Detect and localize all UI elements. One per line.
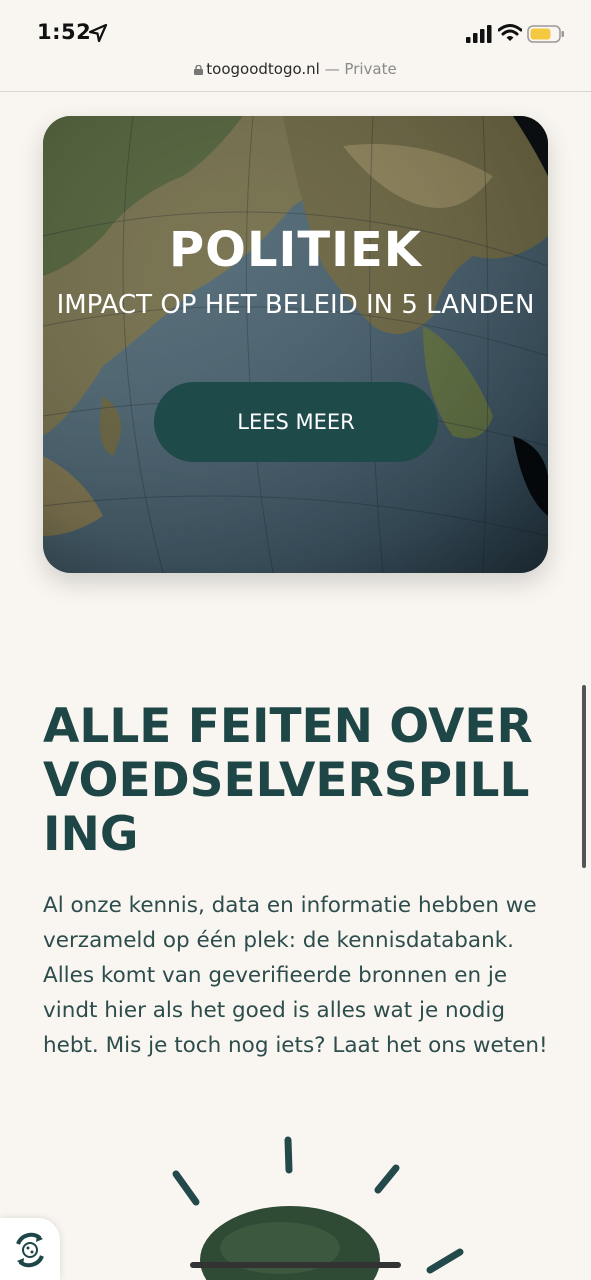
url-private-label: Private [344, 60, 397, 78]
hero-card [43, 116, 548, 573]
url-bar[interactable]: toogoodtogo.nl — Private [0, 60, 591, 91]
url-separator: — [324, 60, 340, 78]
cellular-signal-icon [466, 25, 492, 43]
url-domain: toogoodtogo.nl [206, 60, 320, 78]
status-bar: 1:52 [0, 0, 591, 60]
avocado-illustration [172, 1136, 464, 1280]
recycle-cookie-icon [16, 1232, 44, 1268]
section-headline: ALLE FEITEN OVER VOEDSELVERSPILLING [43, 699, 533, 862]
hero-title: POLITIEK [168, 222, 422, 278]
home-indicator[interactable] [190, 1262, 401, 1268]
status-time: 1:52 [37, 20, 92, 44]
scrollbar[interactable] [582, 685, 586, 868]
url-divider [0, 91, 591, 92]
location-arrow-icon [88, 23, 108, 43]
floating-widget[interactable] [0, 1218, 60, 1280]
hero-subtitle: IMPACT OP HET BELEID IN 5 LANDEN [56, 290, 535, 320]
lock-icon [194, 65, 204, 75]
battery-icon [527, 25, 564, 43]
globe-photo [43, 116, 548, 573]
lees-meer-button[interactable]: LEES MEER [154, 382, 438, 462]
section-body: Al onze kennis, data en informatie hebbe… [43, 893, 548, 1058]
wifi-icon [498, 24, 522, 41]
